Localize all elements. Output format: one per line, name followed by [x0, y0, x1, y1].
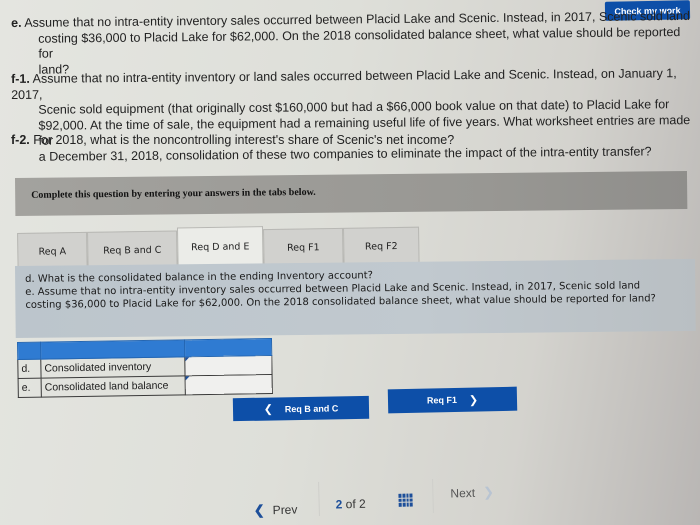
- instructions-text: Complete this question by entering your …: [31, 186, 316, 201]
- prev-page-button[interactable]: ❮ Prev: [254, 502, 298, 519]
- question-f2-text: For 2018, what is the noncontrolling int…: [33, 133, 455, 147]
- prev-requirement-button[interactable]: ❮ Req B and C: [232, 395, 370, 422]
- footer-pagination: ❮ Prev 2 of 2 Next ❯: [240, 473, 501, 520]
- cell-marker-icon: [185, 357, 190, 362]
- row-letter: d.: [17, 359, 42, 379]
- tab-req-f2[interactable]: Req F2: [343, 226, 420, 266]
- table-row: e. Consolidated land balance: [18, 374, 273, 398]
- tab-req-d-and-e[interactable]: Req D and E: [176, 226, 264, 268]
- next-requirement-label: Req F1: [426, 394, 457, 406]
- next-page-button[interactable]: Next ❯: [450, 484, 494, 501]
- chevron-left-icon: ❮: [263, 403, 273, 416]
- row-label: Consolidated land balance: [41, 375, 186, 398]
- chevron-left-icon: ❮: [253, 502, 265, 518]
- prev-requirement-label: Req B and C: [284, 402, 339, 414]
- chevron-right-icon: ❯: [482, 484, 495, 500]
- row-letter: e.: [18, 378, 42, 398]
- divider: [432, 478, 434, 513]
- total-pages: 2: [358, 496, 366, 511]
- chevron-right-icon: ❯: [468, 393, 479, 407]
- consolidated-land-balance-input[interactable]: [188, 374, 273, 395]
- page-of: of: [345, 496, 356, 512]
- tab-req-f1[interactable]: Req F1: [263, 227, 344, 268]
- question-f2: f-2. For 2018, what is the noncontrollin…: [11, 133, 611, 149]
- question-panel: d. What is the consolidated balance in t…: [15, 258, 696, 338]
- question-f1-label: f-1.: [11, 71, 30, 86]
- consolidated-inventory-input[interactable]: [188, 355, 273, 376]
- grid-icon[interactable]: [398, 493, 413, 507]
- row-label: Consolidated inventory: [40, 356, 186, 379]
- question-f1: f-1. Assume that no intra-entity invento…: [11, 66, 700, 165]
- question-f2-label: f-2.: [11, 133, 30, 147]
- current-page: 2: [335, 497, 343, 512]
- next-requirement-button[interactable]: Req F1 ❯: [387, 386, 518, 414]
- divider: [318, 481, 320, 516]
- question-e-label: e.: [11, 15, 22, 30]
- answer-table: d. Consolidated inventory e. Consolidate…: [17, 338, 273, 398]
- question-f1-text-1: Assume that no intra-entity inventory or…: [11, 66, 677, 102]
- next-page-label: Next: [450, 485, 476, 501]
- page-indicator: 2 of 2: [335, 497, 365, 512]
- cell-marker-icon: [185, 376, 190, 381]
- prev-page-label: Prev: [272, 502, 298, 518]
- instructions-banner: Complete this question by entering your …: [15, 170, 688, 216]
